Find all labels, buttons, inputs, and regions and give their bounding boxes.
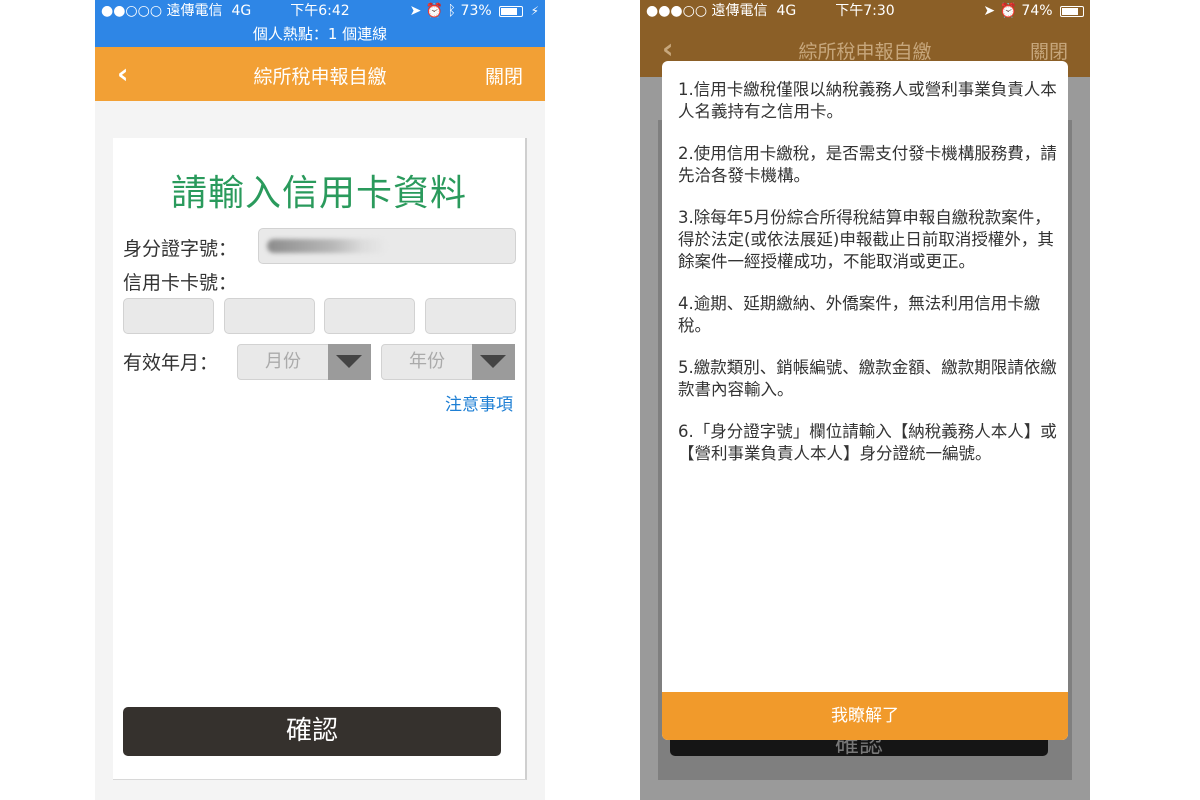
month-select[interactable]: 月份 xyxy=(237,344,329,380)
acknowledge-button[interactable]: 我瞭解了 xyxy=(662,692,1068,740)
phone-screen-notice-modal: ●●●○○ 遠傳電信 4G 下午7:30 ➤ ⏰ 74% ‹ 綜所稅申報自繳 關… xyxy=(640,0,1090,800)
close-button: 關閉 xyxy=(1029,41,1068,63)
card-number-field-4[interactable] xyxy=(425,298,516,334)
year-dropdown-arrow[interactable] xyxy=(472,344,515,380)
notice-item: 6.「身分證字號」欄位請輸入【納稅義務人本人】或【營利事業負責人本人】身分證統一… xyxy=(678,422,1057,463)
month-dropdown-arrow[interactable] xyxy=(328,344,371,380)
nav-title: 綜所稅申報自繳 xyxy=(253,66,387,88)
confirm-button[interactable]: 確認 xyxy=(123,707,501,756)
year-select[interactable]: 年份 xyxy=(381,344,473,380)
status-right: ➤ ⏰ 74% xyxy=(983,0,1084,22)
credit-card-form: 請輸入信用卡資料 身分證字號： 信用卡卡號： 有效年月： 月份 年份 注意事項 … xyxy=(113,138,527,780)
notice-link[interactable]: 注意事項 xyxy=(445,390,513,415)
battery-icon xyxy=(1060,5,1084,17)
chevron-down-icon xyxy=(480,355,506,368)
notice-modal: 1.信用卡繳稅僅限以納稅義務人或營利事業負責人本人名義持有之信用卡。 2.使用信… xyxy=(662,61,1068,740)
id-number-label: 身分證字號： xyxy=(123,238,238,260)
card-number-field-1[interactable] xyxy=(123,298,214,334)
phone-screen-credit-card-form: ●●○○○ 遠傳電信 4G 下午6:42 ➤ ⏰ ᛒ 73% ⚡ 個人熱點：1 … xyxy=(95,0,545,800)
alarm-icon: ⏰ xyxy=(425,3,444,19)
form-heading: 請輸入信用卡資料 xyxy=(170,173,467,214)
notice-item: 2.使用信用卡繳稅，是否需支付發卡機構服務費，請先洽各發卡機構。 xyxy=(678,144,1057,185)
notice-item: 5.繳款類別、銷帳編號、繳款金額、繳款期限請依繳款書內容輸入。 xyxy=(678,358,1057,399)
bluetooth-icon: ᛒ xyxy=(447,3,457,19)
close-button[interactable]: 關閉 xyxy=(485,62,523,89)
nav-title: 綜所稅申報自繳 xyxy=(798,41,932,63)
battery-percent: 73% xyxy=(460,3,492,19)
notice-item: 1.信用卡繳稅僅限以納稅義務人或營利事業負責人本人名義持有之信用卡。 xyxy=(678,80,1057,121)
location-icon: ➤ xyxy=(409,3,422,19)
battery-percent: 74% xyxy=(1021,3,1053,19)
notice-item: 4.逾期、延期繳納、外僑案件，無法利用信用卡繳稅。 xyxy=(678,294,1041,335)
card-number-field-2[interactable] xyxy=(224,298,315,334)
redacted-id-value xyxy=(267,239,387,253)
nav-bar: ‹ 綜所稅申報自繳 關閉 xyxy=(95,47,545,101)
card-number-field-3[interactable] xyxy=(324,298,415,334)
expiry-label: 有效年月： xyxy=(123,352,219,374)
battery-icon xyxy=(499,5,524,17)
status-right: ➤ ⏰ ᛒ 73% ⚡ xyxy=(410,0,539,22)
hotspot-banner[interactable]: 個人熱點：1 個連線 xyxy=(95,23,545,44)
notice-item: 3.除每年5月份綜合所得稅結算申報自繳稅款案件，得於法定(或依法展延)申報截止日… xyxy=(678,208,1054,271)
charging-icon: ⚡ xyxy=(530,4,539,18)
status-bar: ●●●○○ 遠傳電信 4G 下午7:30 ➤ ⏰ 74% xyxy=(640,0,1090,22)
notice-list: 1.信用卡繳稅僅限以納稅義務人或營利事業負責人本人名義持有之信用卡。 2.使用信… xyxy=(678,79,1058,485)
status-bar: ●●○○○ 遠傳電信 4G 下午6:42 ➤ ⏰ ᛒ 73% ⚡ xyxy=(95,0,545,22)
alarm-icon: ⏰ xyxy=(999,3,1017,19)
id-number-field[interactable] xyxy=(258,228,516,264)
location-icon: ➤ xyxy=(983,3,996,19)
card-number-label: 信用卡卡號： xyxy=(123,272,238,294)
chevron-down-icon xyxy=(336,355,362,368)
